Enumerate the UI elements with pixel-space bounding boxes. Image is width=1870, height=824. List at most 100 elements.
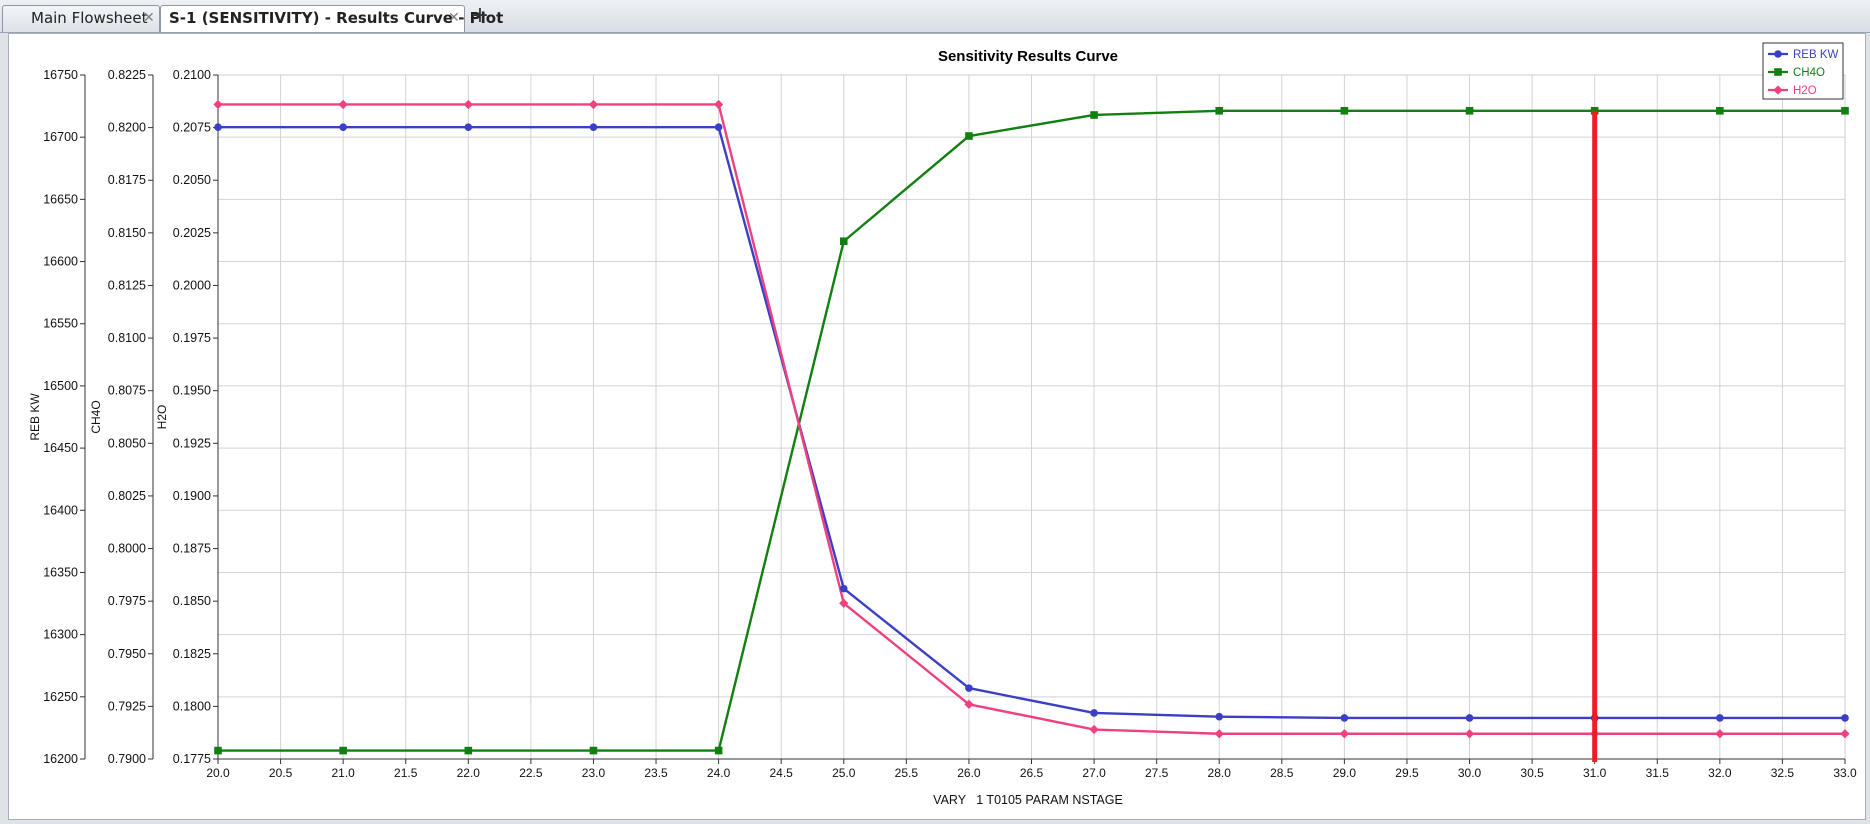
y-tick-label: 0.2075 — [173, 121, 211, 135]
y-tick-label: 0.1925 — [173, 436, 211, 450]
data-point — [714, 99, 724, 110]
data-point — [1716, 714, 1724, 722]
y-tick-label: 0.1850 — [173, 594, 211, 608]
data-point — [589, 123, 598, 132]
y-tick-label: 16350 — [43, 565, 78, 579]
y-tick-label: 0.7975 — [108, 594, 146, 608]
y-tick-label: 0.8050 — [108, 436, 146, 450]
x-tick-label: 32.5 — [1771, 766, 1795, 780]
y-tick-label: 0.8225 — [108, 68, 146, 82]
add-tab-button[interactable]: + — [469, 5, 491, 28]
data-point — [965, 684, 973, 692]
tab-results-curve-plot[interactable]: S-1 (SENSITIVITY) - Results Curve - Plot… — [160, 5, 503, 32]
y-tick-label: 0.8200 — [108, 121, 146, 135]
y-tick-label: 0.1775 — [173, 752, 211, 766]
y-tick-label: 0.7900 — [108, 752, 146, 766]
tab-label: Main Flowsheet — [31, 9, 148, 27]
data-point — [1840, 729, 1850, 739]
x-tick-label: 32.0 — [1708, 766, 1732, 780]
y-tick-label: 0.8075 — [108, 384, 146, 398]
data-point — [1090, 709, 1098, 717]
data-point — [1841, 714, 1849, 722]
data-point — [1339, 729, 1349, 739]
y-tick-label: 0.1900 — [173, 489, 211, 503]
y-tick-label: 0.1875 — [173, 542, 211, 556]
data-point — [965, 132, 973, 140]
x-tick-label: 31.0 — [1583, 766, 1607, 780]
y-tick-label: 0.7950 — [108, 647, 146, 661]
tab-bar: Main Flowsheet ✕ S-1 (SENSITIVITY) - Res… — [0, 0, 1870, 33]
y-axis-label: REB KW — [28, 393, 42, 441]
x-tick-label: 25.0 — [832, 766, 856, 780]
data-point — [1214, 729, 1224, 739]
y-tick-label: 0.2000 — [173, 278, 211, 292]
data-point — [1340, 106, 1349, 115]
data-point — [1774, 50, 1782, 58]
x-tick-label: 33.0 — [1833, 766, 1857, 780]
y-tick-label: 0.7925 — [108, 699, 146, 713]
y-tick-label: 16200 — [43, 752, 78, 766]
axes: 20.0 20.5 21.0 21.5 22.0 22.5 23.0 23.5 24.0 24.5… — [28, 68, 1857, 780]
y-tick-label: 16700 — [43, 130, 78, 144]
y-tick-label: 0.1950 — [173, 384, 211, 398]
data-point — [588, 99, 599, 110]
y-axis-label: H2O — [155, 405, 169, 430]
x-tick-label: 29.0 — [1333, 766, 1357, 780]
x-tick-label: 26.5 — [1020, 766, 1044, 780]
sensitivity-chart: 20.0 20.5 21.0 21.5 22.0 22.5 23.0 23.5 24.0 24.5… — [28, 42, 1857, 807]
y-tick-label: 16750 — [43, 68, 78, 82]
y-tick-label: 0.8000 — [108, 542, 146, 556]
x-tick-label: 27.0 — [1082, 766, 1106, 780]
x-tick-label: 27.5 — [1145, 766, 1169, 780]
data-point — [1774, 68, 1782, 76]
legend: REB KW CH4O H2O — [1762, 42, 1844, 100]
data-point — [214, 746, 222, 755]
x-tick-label: 22.5 — [519, 766, 543, 780]
y-tick-label: 0.2025 — [173, 226, 211, 240]
x-tick-label: 24.5 — [770, 766, 794, 780]
data-point — [1841, 106, 1849, 115]
data-point — [714, 746, 723, 755]
data-point — [1465, 714, 1474, 722]
y-tick-label: 0.1975 — [173, 331, 211, 345]
x-tick-label: 26.0 — [957, 766, 981, 780]
x-tick-label: 23.5 — [644, 766, 668, 780]
y-tick-label: 16450 — [43, 441, 78, 455]
data-point — [213, 99, 223, 110]
x-tick-label: 30.5 — [1520, 766, 1544, 780]
y-tick-label: 0.8125 — [108, 278, 146, 292]
data-point — [339, 746, 347, 755]
data-point — [714, 123, 723, 132]
data-point — [1090, 111, 1098, 119]
x-tick-label: 29.5 — [1395, 766, 1419, 780]
data-point — [464, 123, 473, 132]
data-point — [839, 584, 848, 593]
tab-main-flowsheet[interactable]: Main Flowsheet ✕ — [2, 5, 160, 32]
x-axis-label: VARY 1 T0105 PARAM NSTAGE — [933, 793, 1123, 807]
close-icon[interactable]: ✕ — [143, 6, 155, 31]
y-tick-label: 16650 — [43, 192, 78, 206]
y-tick-label: 16400 — [43, 503, 78, 517]
data-point — [214, 123, 222, 132]
y-tick-label: 16300 — [43, 628, 78, 642]
y-tick-label: 0.8100 — [108, 331, 146, 345]
y-tick-label: 16250 — [43, 690, 78, 704]
legend-label: H2O — [1793, 85, 1817, 97]
x-tick-label: 20.5 — [269, 766, 293, 780]
data-point — [1465, 106, 1474, 115]
y-tick-label: 0.8025 — [108, 489, 146, 503]
x-tick-label: 31.5 — [1646, 766, 1670, 780]
y-axis-label: CH4O — [89, 400, 103, 433]
x-tick-label: 28.0 — [1208, 766, 1232, 780]
close-icon[interactable]: ✕ — [448, 6, 460, 31]
x-tick-label: 24.0 — [707, 766, 731, 780]
y-tick-label: 16500 — [43, 379, 78, 393]
chart-title: Sensitivity Results Curve — [938, 48, 1118, 65]
legend-label: CH4O — [1793, 67, 1825, 79]
y-tick-label: 16550 — [43, 317, 78, 331]
y-tick-label: 0.8150 — [108, 226, 146, 240]
x-tick-label: 25.5 — [895, 766, 919, 780]
x-tick-label: 21.5 — [394, 766, 418, 780]
data-point — [464, 746, 473, 755]
x-tick-label: 23.0 — [582, 766, 606, 780]
